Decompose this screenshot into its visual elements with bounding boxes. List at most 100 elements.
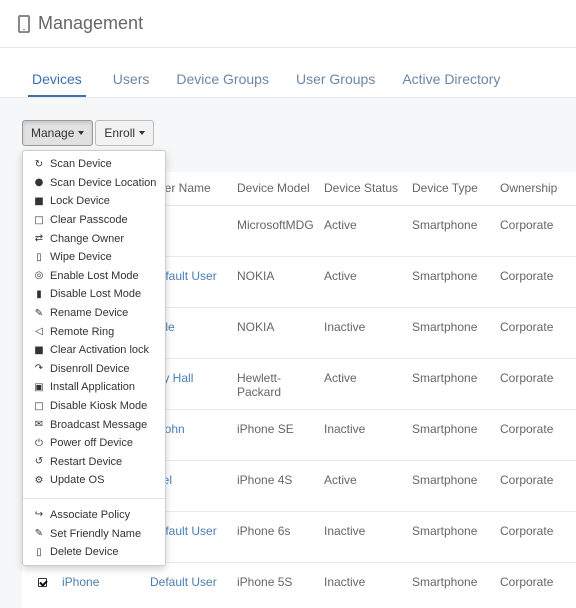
device-type-cell: Smartphone — [412, 511, 500, 563]
menu-item-label: Remote Ring — [50, 325, 115, 338]
menu-item-wipe-device[interactable]: ▯ Wipe Device — [23, 248, 165, 267]
menu-item-lock-device[interactable]: ■ Lock Device — [23, 192, 165, 211]
ownership-cell: Corporate — [500, 409, 576, 461]
toolbar: Manage Enroll — [22, 120, 155, 146]
trash-icon: ▯ — [36, 251, 42, 263]
menu-item-label: Lock Device — [50, 195, 110, 208]
column-header-device-model[interactable]: Device Model — [237, 172, 324, 206]
device-type-cell: Smartphone — [412, 409, 500, 461]
menu-item-label: Clear Passcode — [50, 214, 128, 227]
enroll-button[interactable]: Enroll — [95, 120, 155, 146]
menu-item-label: Rename Device — [50, 307, 129, 320]
menu-item-restart-device[interactable]: ↺ Restart Device — [23, 453, 165, 472]
lock-icon: ■ — [34, 195, 44, 207]
menu-item-label: Disable Lost Mode — [50, 288, 142, 301]
menu-item-scan-device[interactable]: ↻ Scan Device — [23, 155, 165, 174]
table-row[interactable]: iPhone Default User iPhone 5S Inactive Smart… — [22, 562, 576, 608]
tab-bar: Devices Users Device Groups User Groups … — [0, 48, 576, 98]
menu-item-label: Set Friendly Name — [50, 527, 142, 540]
menu-item-disable-kiosk-mode[interactable]: □ Disable Kiosk Mode — [23, 397, 165, 416]
tab-active-directory[interactable]: Active Directory — [402, 71, 500, 97]
menu-item-remote-ring[interactable]: ◁ Remote Ring — [23, 322, 165, 341]
menu-item-rename-device[interactable]: ✎ Rename Device — [23, 304, 165, 323]
menu-item-delete-device[interactable]: ▯ Delete Device — [23, 543, 165, 562]
device-type-cell: Smartphone — [412, 256, 500, 308]
menu-item-label: Delete Device — [50, 546, 119, 559]
device-status-cell: Active — [324, 460, 412, 512]
ownership-cell: Corporate — [500, 307, 576, 359]
column-header-device-status[interactable]: Device Status — [324, 172, 412, 206]
tab-devices[interactable]: Devices — [28, 71, 86, 97]
menu-item-scan-device-location[interactable]: ● Scan Device Location — [23, 174, 165, 193]
menu-item-label: Power off Device — [50, 437, 133, 450]
menu-item-enable-lost-mode[interactable]: ◎ Enable Lost Mode — [23, 267, 165, 286]
unlock-icon: □ — [34, 400, 44, 412]
menu-item-label: Scan Device — [50, 158, 112, 171]
tab-user-groups[interactable]: User Groups — [296, 71, 375, 97]
manage-button-label: Manage — [31, 126, 75, 140]
device-model-cell: NOKIA — [237, 256, 324, 308]
location-pin-icon: ● — [34, 177, 44, 189]
menu-item-broadcast-message[interactable]: ✉ Broadcast Message — [23, 415, 165, 434]
refresh-icon: ↻ — [34, 158, 44, 170]
row-checkbox[interactable] — [38, 577, 47, 587]
menu-item-label: Associate Policy — [50, 508, 131, 521]
device-model-cell: iPhone SE — [237, 409, 324, 461]
menu-item-label: Disenroll Device — [50, 362, 130, 375]
device-name-cell[interactable]: iPhone — [62, 562, 150, 608]
column-header-ownership[interactable]: Ownership — [500, 172, 576, 206]
trash-icon: ▯ — [36, 546, 42, 558]
device-status-cell: Active — [324, 205, 412, 257]
menu-item-label: Restart Device — [50, 455, 123, 468]
restart-icon: ↺ — [34, 456, 44, 468]
manage-dropdown-menu: ↻ Scan Device ● Scan Device Location ■ Lock D… — [22, 150, 166, 567]
page-title: Management — [38, 13, 144, 33]
device-status-cell: Inactive — [324, 409, 412, 461]
target-icon: ◎ — [34, 270, 44, 282]
menu-item-label: Clear Activation lock — [50, 344, 150, 357]
menu-item-clear-activation-lock[interactable]: ■ Clear Activation lock — [23, 341, 165, 360]
swap-icon: ⇄ — [34, 233, 44, 245]
device-model-cell: iPhone 4S — [237, 460, 324, 512]
menu-item-set-friendly-name[interactable]: ✎ Set Friendly Name — [23, 524, 165, 543]
unlock-icon: □ — [34, 214, 44, 226]
tab-users[interactable]: Users — [113, 71, 150, 97]
ownership-cell: Corporate — [500, 562, 576, 608]
menu-item-clear-passcode[interactable]: □ Clear Passcode — [23, 211, 165, 230]
ownership-cell: Corporate — [500, 256, 576, 308]
menu-item-power-off-device[interactable]: ⏻ Power off Device — [23, 434, 165, 453]
pencil-icon: ✎ — [34, 307, 44, 319]
menu-item-disable-lost-mode[interactable]: ▮ Disable Lost Mode — [23, 285, 165, 304]
device-type-cell: Smartphone — [412, 307, 500, 359]
device-status-cell: Active — [324, 256, 412, 308]
column-header-device-type[interactable]: Device Type — [412, 172, 500, 206]
menu-item-label: Update OS — [50, 474, 105, 487]
menu-group-management: ↪ Associate Policy ✎ Set Friendly Name ▯ Dele… — [23, 506, 165, 562]
envelope-icon: ✉ — [34, 419, 44, 431]
menu-item-install-application[interactable]: ▣ Install Application — [23, 378, 165, 397]
device-type-cell: Smartphone — [412, 358, 500, 410]
manage-button[interactable]: Manage — [22, 120, 94, 146]
page-header: Management — [0, 0, 576, 48]
tab-device-groups[interactable]: Device Groups — [176, 71, 269, 97]
device-model-cell: MicrosoftMDG — [237, 205, 324, 257]
menu-item-label: Enable Lost Mode — [50, 269, 139, 282]
menu-item-change-owner[interactable]: ⇄ Change Owner — [23, 229, 165, 248]
device-status-cell: Inactive — [324, 511, 412, 563]
menu-item-label: Scan Device Location — [50, 176, 157, 189]
install-icon: ▣ — [34, 381, 44, 393]
mobile-device-icon — [18, 14, 30, 33]
power-icon: ⏻ — [35, 437, 43, 449]
device-model-cell: Hewlett-Packard — [237, 358, 324, 410]
device-type-cell: Smartphone — [412, 205, 500, 257]
ownership-cell: Corporate — [500, 460, 576, 512]
pencil-icon: ✎ — [34, 528, 44, 540]
ownership-cell: Corporate — [500, 358, 576, 410]
device-type-cell: Smartphone — [412, 460, 500, 512]
user-name-cell[interactable]: Default User — [150, 562, 237, 608]
menu-item-disenroll-device[interactable]: ↷ Disenroll Device — [23, 360, 165, 379]
device-model-cell: iPhone 5S — [237, 562, 324, 608]
menu-item-associate-policy[interactable]: ↪ Associate Policy — [23, 506, 165, 525]
device-status-cell: Active — [324, 358, 412, 410]
menu-item-update-os[interactable]: ⚙ Update OS — [23, 471, 165, 490]
